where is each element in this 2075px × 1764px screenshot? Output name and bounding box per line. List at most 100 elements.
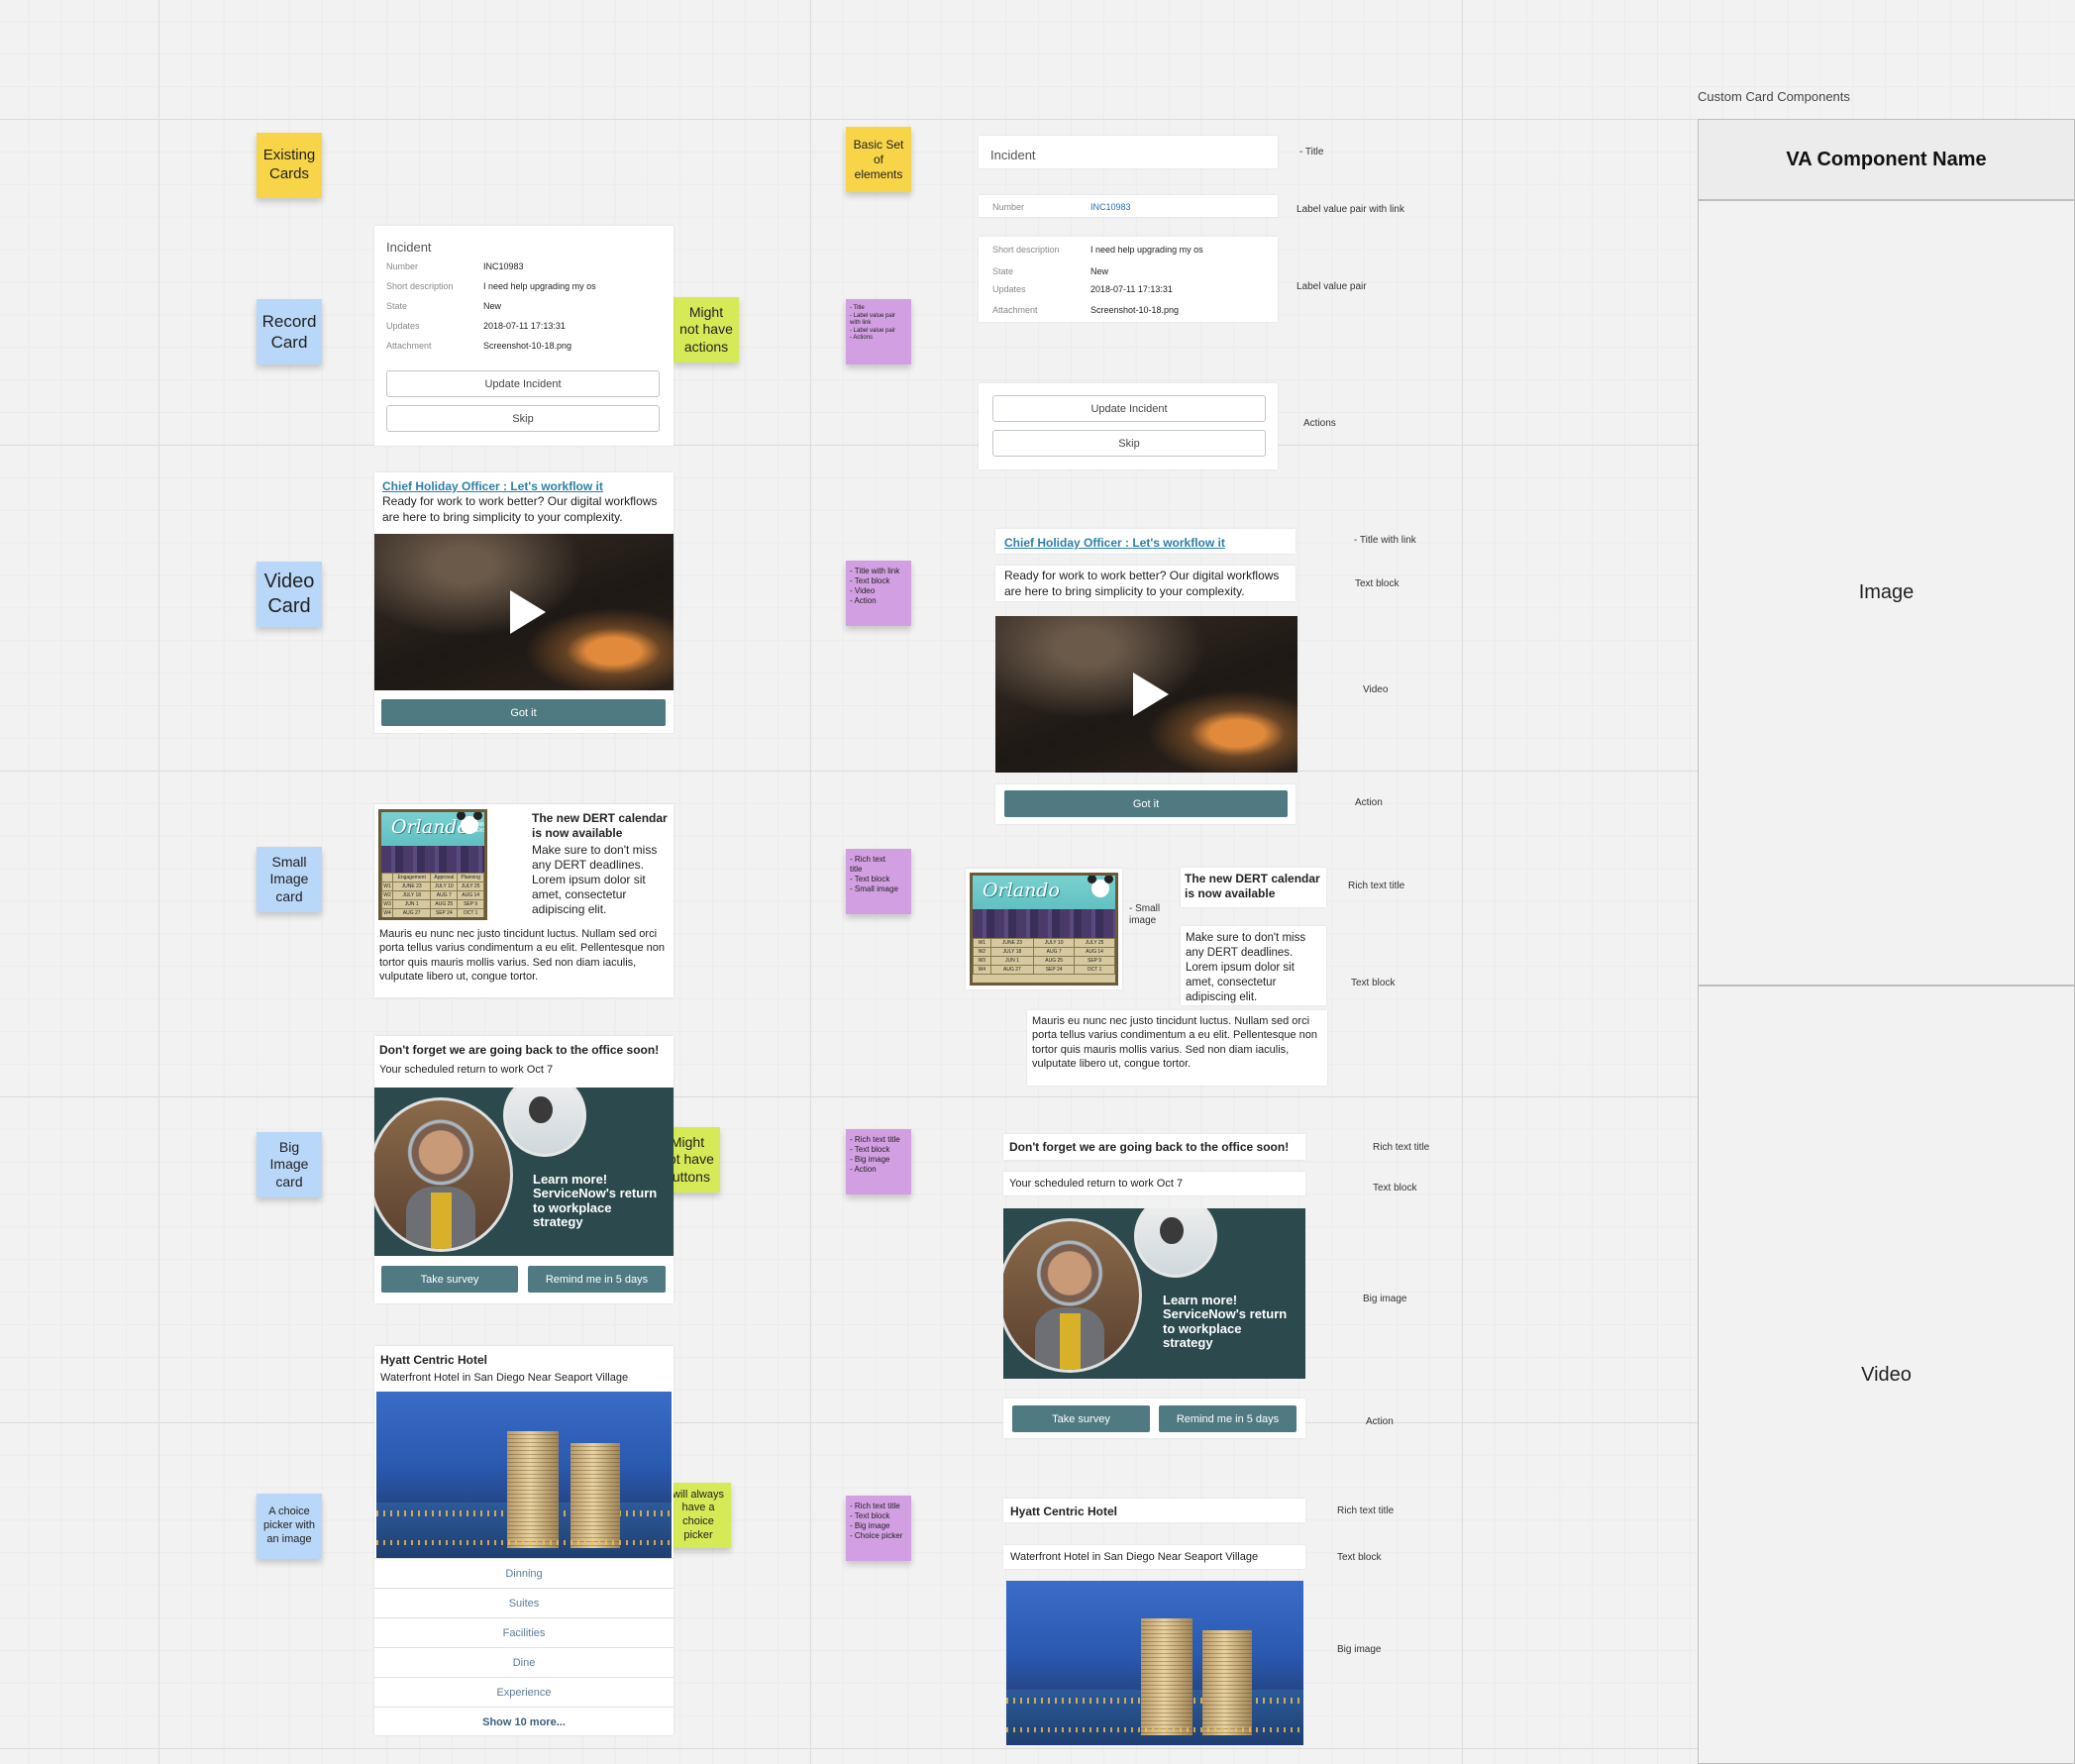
- remind-me-button[interactable]: Remind me in 5 days: [528, 1266, 666, 1293]
- choice-card-subtitle: Waterfront Hotel in San Diego Near Seapo…: [380, 1372, 629, 1384]
- decomp-choice-title: Hyatt Centric Hotel: [1003, 1499, 1305, 1522]
- choice-card-title: Hyatt Centric Hotel: [380, 1353, 488, 1367]
- note-actions: Actions: [1303, 418, 1336, 429]
- person-photo: [374, 1097, 513, 1252]
- decomp-big-title: Don't forget we are going back to the of…: [1003, 1134, 1305, 1160]
- note-title: - Title: [1299, 147, 1324, 157]
- sticky-big-image-elements[interactable]: - Rich text title - Text block - Big ima…: [846, 1129, 911, 1194]
- sticky-might-not-actions[interactable]: Might not have actions: [674, 297, 739, 363]
- play-icon[interactable]: [510, 590, 546, 634]
- sticky-small-image-card[interactable]: Small Image card: [257, 847, 322, 912]
- video-card-title-link[interactable]: Chief Holiday Officer : Let's workflow i…: [382, 479, 603, 493]
- take-survey-button[interactable]: Take survey: [381, 1266, 518, 1293]
- decomp-link-pair: Number INC10983: [979, 195, 1278, 217]
- orlando-dates-table: Engagement Approval Planning W1 JUNE 23 JULY…: [381, 873, 484, 917]
- sticky-basic-set[interactable]: Basic Set of elements: [846, 127, 911, 192]
- decomp-value-pairs: Short description I need help upgrading m…: [979, 237, 1278, 322]
- note-label-value-link: Label value pair with link: [1297, 204, 1404, 215]
- big-image-card-title: Don't forget we are going back to the of…: [379, 1043, 660, 1057]
- small-image-card-title: The new DERT calendar is now available: [532, 811, 668, 840]
- hotel-image: [376, 1392, 672, 1558]
- note-big-image-choice: Big image: [1337, 1644, 1382, 1655]
- choice-dinning[interactable]: Dinning: [374, 1558, 674, 1589]
- section-label: Custom Card Components: [1698, 89, 1850, 104]
- laptop-photo: [503, 1088, 586, 1157]
- sticky-small-image-elements[interactable]: - Rich text title - Text block - Small i…: [846, 849, 911, 914]
- decomp-take-survey-button[interactable]: Take survey: [1012, 1405, 1150, 1432]
- video-card: Chief Holiday Officer : Let's workflow i…: [374, 472, 674, 733]
- skip-button[interactable]: Skip: [386, 405, 660, 432]
- video-player[interactable]: [374, 534, 674, 690]
- decomp-video-action: Got it: [995, 784, 1296, 824]
- decomp-small-side-text: Make sure to don't miss any DERT deadlin…: [1181, 926, 1326, 1005]
- note-rich-title-small: Rich text title: [1348, 881, 1405, 891]
- sticky-record-card[interactable]: Record Card: [257, 299, 322, 364]
- choice-experience[interactable]: Experience: [374, 1677, 674, 1708]
- big-image-card-subtitle: Your scheduled return to work Oct 7: [379, 1064, 554, 1076]
- decomp-choice-subtitle: Waterfront Hotel in San Diego Near Seapo…: [1003, 1545, 1305, 1569]
- note-text-block-big: Text block: [1373, 1183, 1417, 1193]
- sticky-choice-picker[interactable]: A choice picker with an image: [257, 1494, 322, 1559]
- decomp-small-title: The new DERT calendar is now available: [1181, 868, 1326, 907]
- note-title-with-link: - Title with link: [1354, 535, 1416, 546]
- component-name-header: VA Component Name: [1698, 119, 2075, 200]
- video-card-text: Ready for work to work better? Our digit…: [382, 494, 658, 524]
- decomp-big-actions: Take survey Remind me in 5 days: [1003, 1399, 1305, 1438]
- record-card-title: Incident: [386, 240, 432, 255]
- update-incident-button[interactable]: Update Incident: [386, 370, 660, 397]
- small-image-card-body: Mauris eu nunc nec justo tincidunt luctu…: [379, 928, 666, 983]
- component-cell-video[interactable]: Video: [1698, 986, 2075, 1764]
- decomp-return-image: Learn more! ServiceNow's return to workp…: [1003, 1208, 1305, 1379]
- small-image-card-side-text: Make sure to don't miss any DERT deadlin…: [532, 843, 658, 916]
- mouse-ears-icon: [457, 812, 482, 834]
- decomp-update-incident-button[interactable]: Update Incident: [992, 395, 1266, 422]
- decomp-got-it-button[interactable]: Got it: [1004, 790, 1288, 817]
- record-card: Incident Number INC10983 Short descripti…: [374, 226, 674, 446]
- decomp-actions: Update Incident Skip: [979, 383, 1278, 469]
- sticky-always-choice[interactable]: will always have a choice picker: [666, 1483, 731, 1548]
- sticky-video-card[interactable]: Video Card: [257, 562, 322, 627]
- decomp-incident-link[interactable]: INC10983: [1090, 202, 1131, 212]
- note-small-image: - Small image: [1129, 903, 1161, 926]
- choice-card: Hyatt Centric Hotel Waterfront Hotel in …: [374, 1346, 674, 1735]
- show-more-link[interactable]: Show 10 more...: [374, 1707, 674, 1736]
- decomp-play-icon[interactable]: [1132, 673, 1169, 716]
- note-rich-title-choice: Rich text title: [1337, 1505, 1395, 1516]
- sticky-video-elements[interactable]: - Title with link - Text block - Video -…: [846, 561, 911, 626]
- note-text-block-video: Text block: [1355, 578, 1400, 589]
- decomp-big-subtitle: Your scheduled return to work Oct 7: [1003, 1172, 1305, 1195]
- decomp-skip-button[interactable]: Skip: [992, 430, 1266, 457]
- note-text-block-choice: Text block: [1337, 1552, 1382, 1563]
- orlando-calendar-image: Orlando PLANNING WEEKS EngagementApprova…: [378, 809, 487, 920]
- return-to-office-image: Learn more! ServiceNow's return to workp…: [374, 1088, 674, 1256]
- note-label-value: Label value pair: [1297, 281, 1367, 292]
- sticky-record-elements[interactable]: - Title - Label value pair with link - L…: [846, 299, 911, 364]
- decomp-video-title: Chief Holiday Officer : Let's workflow i…: [995, 529, 1296, 554]
- choice-facilities[interactable]: Facilities: [374, 1617, 674, 1648]
- note-action-big: Action: [1366, 1416, 1394, 1427]
- note-text-block-small: Text block: [1351, 978, 1396, 988]
- sticky-big-image-card[interactable]: Big Image card: [257, 1132, 322, 1197]
- decomp-hotel-image: [1006, 1581, 1303, 1745]
- small-image-card: Orlando PLANNING WEEKS EngagementApprova…: [374, 804, 674, 997]
- promo-text: Learn more! ServiceNow's return to workp…: [533, 1172, 658, 1229]
- sticky-choice-elements[interactable]: - Rich text title - Text block - Big ima…: [846, 1496, 911, 1561]
- note-action-video: Action: [1355, 797, 1383, 808]
- big-image-card: Don't forget we are going back to the of…: [374, 1036, 674, 1303]
- note-rich-title-big: Rich text title: [1373, 1142, 1430, 1153]
- decomp-video-player[interactable]: [995, 616, 1297, 773]
- choice-suites[interactable]: Suites: [374, 1588, 674, 1618]
- decomp-mouse-ears-icon: [1088, 876, 1113, 897]
- decomp-small-image: Orlando W1 JUNE 23 JULY 10 JULY 25 W2 JULY 1…: [966, 869, 1122, 989]
- sticky-existing-cards[interactable]: Existing Cards: [257, 133, 322, 198]
- choice-dine[interactable]: Dine: [374, 1647, 674, 1678]
- incident-number-link[interactable]: INC10983: [483, 261, 524, 271]
- decomp-video-text: Ready for work to work better? Our digit…: [995, 566, 1296, 601]
- component-cell-image[interactable]: Image: [1698, 200, 2075, 986]
- note-big-image: Big image: [1363, 1294, 1407, 1304]
- decomp-title-box: Incident: [979, 136, 1278, 168]
- note-video: Video: [1363, 684, 1389, 695]
- got-it-button[interactable]: Got it: [381, 699, 666, 726]
- decomp-remind-me-button[interactable]: Remind me in 5 days: [1159, 1405, 1297, 1432]
- decomp-small-body: Mauris eu nunc nec justo tincidunt luctu…: [1027, 1010, 1327, 1086]
